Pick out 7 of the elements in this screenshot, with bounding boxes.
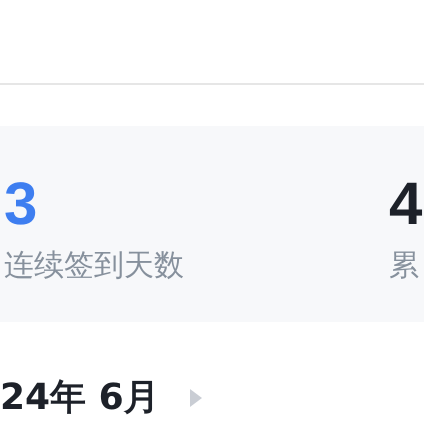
triangle-right-icon bbox=[190, 389, 202, 407]
next-month-button[interactable] bbox=[190, 389, 202, 407]
stat-label: 连续签到天数 bbox=[4, 247, 185, 286]
stat-value: 3 bbox=[4, 169, 38, 240]
month-title: 24年 6月 bbox=[0, 376, 160, 420]
stat-label: 累 bbox=[389, 247, 420, 286]
stat-value: 4 bbox=[389, 169, 424, 240]
